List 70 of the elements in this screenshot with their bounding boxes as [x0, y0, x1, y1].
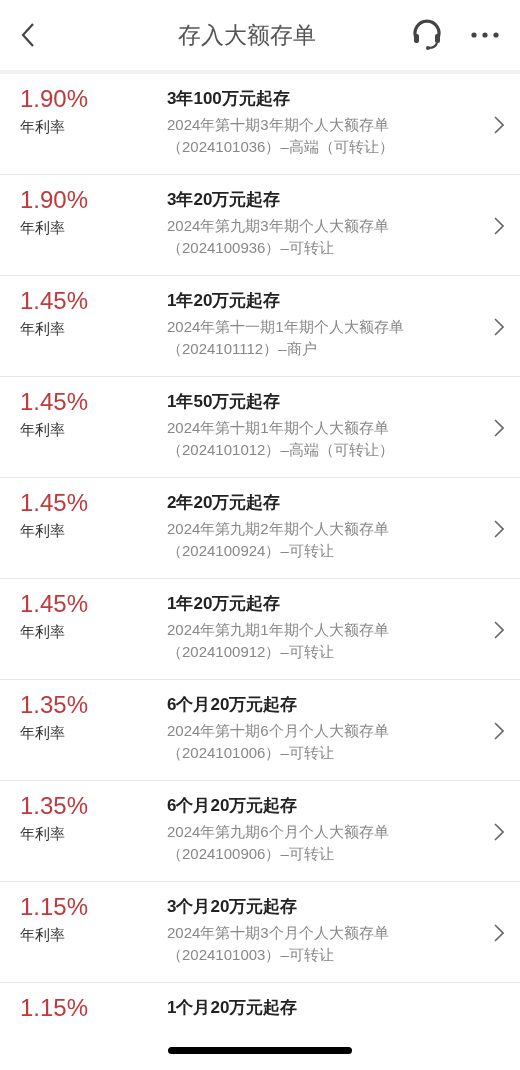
interest-rate: 1.45%: [20, 387, 89, 417]
product-title: 3年100万元起存: [167, 88, 290, 110]
rate-label: 年利率: [20, 521, 65, 541]
product-description: （2024100924）–可转让: [167, 541, 334, 561]
product-description: 2024年第九期6个月个人大额存单: [167, 822, 389, 842]
product-row[interactable]: 1.90% 年利率 3年20万元起存 2024年第九期3年期个人大额存单 （2024100936）–可转让: [0, 175, 520, 276]
product-description: （2024101036）–高端（可转让）: [167, 137, 394, 157]
chevron-right-icon: [494, 419, 504, 437]
product-row[interactable]: 1.45% 年利率 1年20万元起存 2024年第九期1年期个人大额存单 （2024100912）–可转让: [0, 579, 520, 680]
product-row[interactable]: 1.45% 年利率 1年50万元起存 2024年第十期1年期个人大额存单 （2024101012）–高端（可转让）: [0, 377, 520, 478]
page-title: 存入大额存单: [178, 20, 316, 50]
product-description: （2024101006）–可转让: [167, 743, 334, 763]
product-description: （2024100906）–可转让: [167, 844, 334, 864]
headset-icon: [411, 19, 443, 51]
interest-rate: 1.15%: [20, 993, 89, 1023]
chevron-right-icon: [494, 722, 504, 740]
chevron-right-icon: [494, 116, 504, 134]
chevron-right-icon: [494, 318, 504, 336]
product-title: 3个月20万元起存: [167, 896, 298, 918]
product-description: 2024年第十期3年期个人大额存单: [167, 115, 389, 135]
product-row[interactable]: 1.35% 年利率 6个月20万元起存 2024年第十期6个月个人大额存单 （2024101006）–可转让: [0, 680, 520, 781]
product-description: 2024年第九期3年期个人大额存单: [167, 216, 389, 236]
interest-rate: 1.45%: [20, 589, 89, 619]
interest-rate: 1.45%: [20, 286, 89, 316]
product-row[interactable]: 1.45% 年利率 1年20万元起存 2024年第十一期1年期个人大额存单 （2024101112）–商户: [0, 276, 520, 377]
interest-rate: 1.90%: [20, 84, 89, 114]
rate-label: 年利率: [20, 420, 65, 440]
product-description: 2024年第十期1年期个人大额存单: [167, 418, 389, 438]
interest-rate: 1.90%: [20, 185, 89, 215]
product-title: 1个月20万元起存: [167, 997, 298, 1019]
chevron-right-icon: [494, 621, 504, 639]
back-icon: [20, 22, 36, 48]
product-title: 3年20万元起存: [167, 189, 281, 211]
chevron-right-icon: [494, 924, 504, 942]
product-row[interactable]: 1.15% 年利率 3个月20万元起存 2024年第十期3个月个人大额存单 （2024101003）–可转让: [0, 882, 520, 983]
product-description: 2024年第九期1年期个人大额存单: [167, 620, 389, 640]
rate-label: 年利率: [20, 117, 65, 137]
more-icon: [471, 32, 499, 38]
product-description: 2024年第十期6个月个人大额存单: [167, 721, 389, 741]
interest-rate: 1.35%: [20, 690, 89, 720]
product-description: 2024年第十期3个月个人大额存单: [167, 923, 389, 943]
rate-label: 年利率: [20, 218, 65, 238]
interest-rate: 1.45%: [20, 488, 89, 518]
product-description: （2024100936）–可转让: [167, 238, 334, 258]
product-description: （2024101012）–高端（可转让）: [167, 440, 394, 460]
chevron-right-icon: [494, 520, 504, 538]
product-description: （2024101003）–可转让: [167, 945, 334, 965]
chevron-right-icon: [494, 823, 504, 841]
rate-label: 年利率: [20, 925, 65, 945]
product-description: 2024年第九期2年期个人大额存单: [167, 519, 389, 539]
interest-rate: 1.35%: [20, 791, 89, 821]
customer-service-button[interactable]: [410, 18, 444, 52]
product-row[interactable]: 1.45% 年利率 2年20万元起存 2024年第九期2年期个人大额存单 （2024100924）–可转让: [0, 478, 520, 579]
product-title: 1年50万元起存: [167, 391, 281, 413]
product-description: 2024年第十一期1年期个人大额存单: [167, 317, 404, 337]
rate-label: 年利率: [20, 319, 65, 339]
chevron-right-icon: [494, 217, 504, 235]
product-title: 1年20万元起存: [167, 593, 281, 615]
product-row[interactable]: 1.90% 年利率 3年100万元起存 2024年第十期3年期个人大额存单 （2024101036）–高端（可转让）: [0, 74, 520, 175]
product-title: 1年20万元起存: [167, 290, 281, 312]
product-row[interactable]: 1.35% 年利率 6个月20万元起存 2024年第九期6个月个人大额存单 （2024100906）–可转让: [0, 781, 520, 882]
product-title: 6个月20万元起存: [167, 795, 298, 817]
product-description: （2024100912）–可转让: [167, 642, 334, 662]
rate-label: 年利率: [20, 622, 65, 642]
product-description: （2024101112）–商户: [167, 339, 317, 359]
rate-label: 年利率: [20, 723, 65, 743]
rate-label: 年利率: [20, 824, 65, 844]
product-title: 6个月20万元起存: [167, 694, 298, 716]
product-title: 2年20万元起存: [167, 492, 281, 514]
interest-rate: 1.15%: [20, 892, 89, 922]
